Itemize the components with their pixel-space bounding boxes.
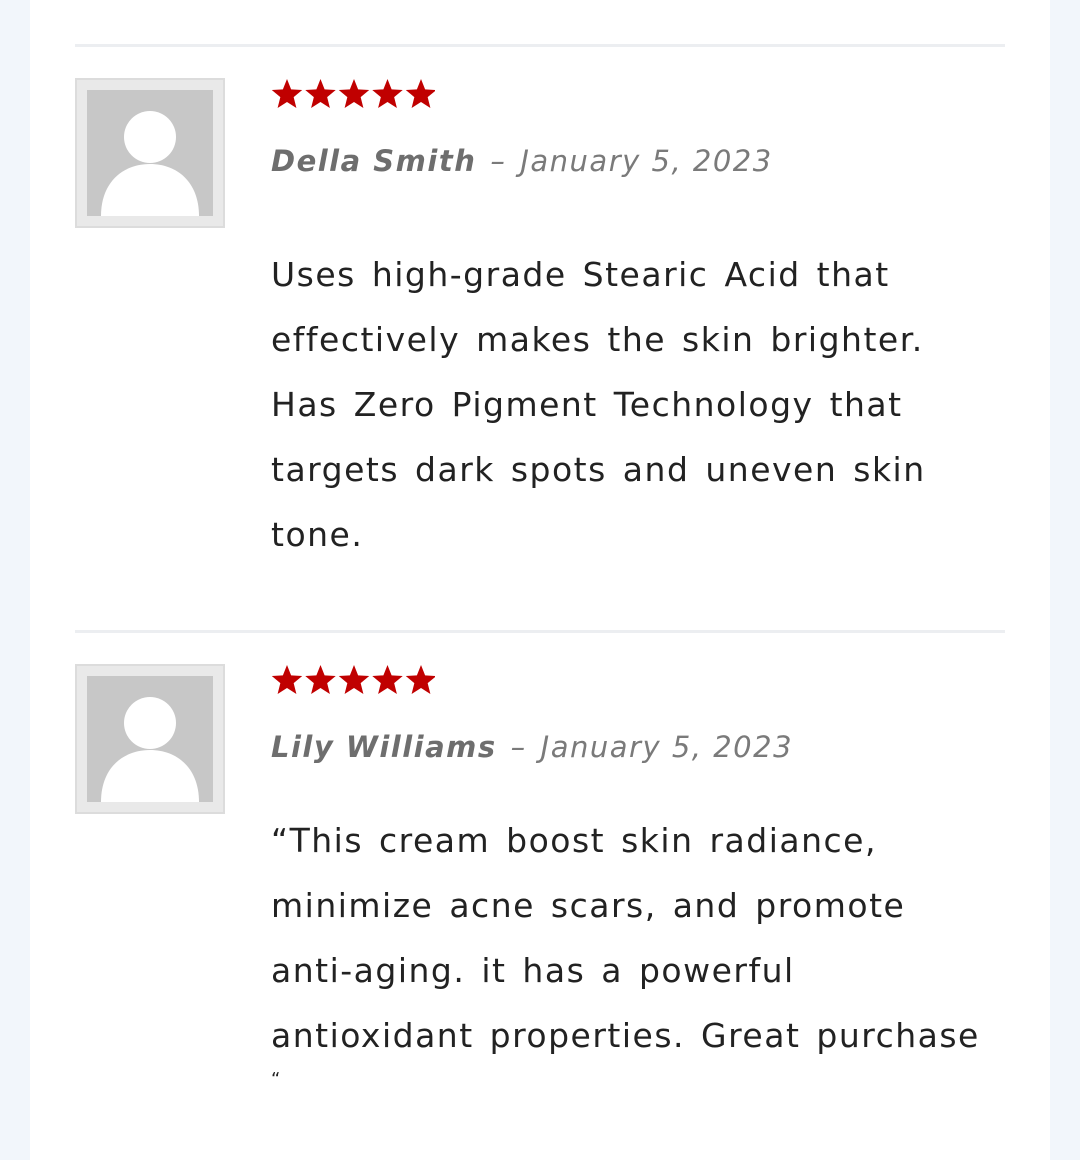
- star-icon: [405, 79, 435, 108]
- avatar: [75, 78, 225, 228]
- star-icon: [271, 79, 303, 108]
- review-author: Della Smith: [271, 144, 477, 178]
- review-text-paragraph: Uses high-grade Stearic Acid that effect…: [271, 255, 926, 554]
- review-text: “This cream boost skin radiance, minimiz…: [271, 808, 1001, 1092]
- star-icon: [405, 665, 435, 694]
- review-meta: Lily Williams – January 5, 2023: [271, 730, 793, 764]
- review-author: Lily Williams: [271, 730, 497, 764]
- review-text-trailing-quote: “: [271, 1069, 282, 1090]
- star-icon: [338, 79, 370, 108]
- divider: [75, 44, 1005, 47]
- star-rating: [271, 78, 435, 110]
- review-text: Uses high-grade Stearic Acid that effect…: [271, 242, 1001, 567]
- star-icon: [338, 665, 370, 694]
- star-icon: [305, 79, 336, 108]
- review-meta: Della Smith – January 5, 2023: [271, 144, 773, 178]
- meta-separator: –: [510, 730, 527, 764]
- meta-separator: –: [490, 144, 507, 178]
- star-icon: [271, 665, 303, 694]
- star-icon: [305, 665, 336, 694]
- review-date: January 5, 2023: [540, 730, 794, 764]
- reviews-panel: Della Smith – January 5, 2023 Uses high-gr…: [30, 0, 1050, 1160]
- avatar: [75, 664, 225, 814]
- star-icon: [372, 665, 403, 694]
- star-icon: [372, 79, 403, 108]
- star-rating: [271, 664, 435, 696]
- divider: [75, 630, 1005, 633]
- default-avatar-icon: [87, 90, 213, 216]
- review-date: January 5, 2023: [520, 144, 773, 178]
- default-avatar-icon: [87, 676, 213, 802]
- review-text-paragraph: “This cream boost skin radiance, minimiz…: [271, 821, 980, 1055]
